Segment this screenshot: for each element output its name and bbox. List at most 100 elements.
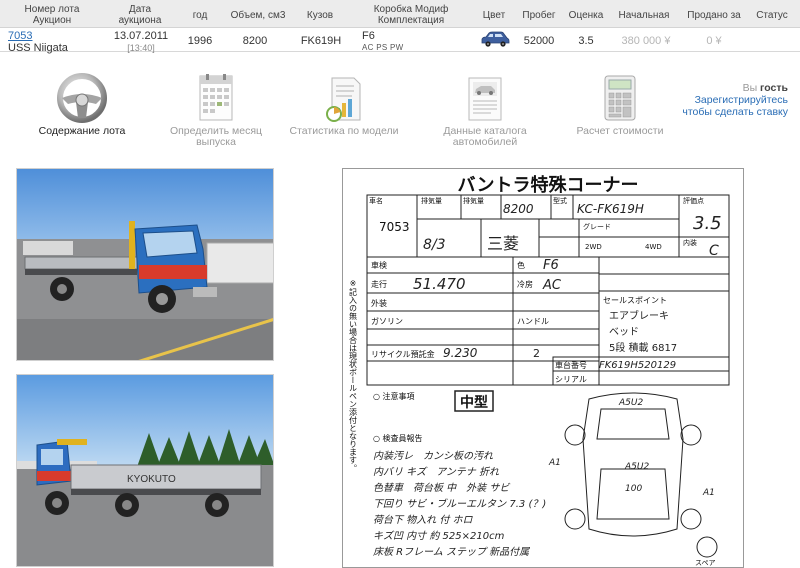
header-trans-1: Коробка Модиф [373, 4, 449, 15]
tool-model-statistics[interactable]: Статистика по модели [284, 72, 404, 137]
tool-release-month[interactable]: Определить месяц выпуска [156, 72, 276, 148]
mileage-value: 52000 [523, 35, 555, 47]
header-sold-price: Продано за [687, 10, 741, 21]
volume-value: 8200 [242, 35, 268, 47]
sheet-left-note: ※記入の無い場合は現状ボールペン添付となります。 [349, 279, 358, 472]
sheet-label-grade: グレード [583, 222, 611, 231]
header-status: Статус [756, 10, 788, 21]
tool-label: Расчет стоимости [576, 125, 664, 137]
header-date-2: аукциона [118, 15, 162, 26]
body-value: FK619H [300, 35, 342, 47]
sheet-displacement-value: 8200 [503, 202, 534, 216]
svg-text:4WD: 4WD [645, 243, 662, 251]
header-date: Дата аукциона [108, 4, 172, 26]
sheet-lot-number: 7053 [379, 220, 410, 234]
header-body: Кузов [306, 10, 334, 21]
sheet-price-value: 9.230 [443, 346, 478, 360]
sheet-label-recycle: リサイクル預託金 [371, 349, 435, 359]
sheet-capacity-value: 2 [533, 347, 540, 360]
tool-lot-contents[interactable]: Содержание лота [22, 72, 142, 137]
trans-value: F6 [362, 30, 375, 42]
sheet-model-value: KC-FK619H [577, 202, 644, 216]
guest-status: Вы гость [658, 82, 788, 94]
diagram-label: A1 [548, 458, 561, 468]
header-lot: Номер лота Аукцион [14, 4, 90, 26]
trans-cell: F6 AC PS PW [362, 30, 422, 54]
inspector-note: 内装汚レ カンシ板の汚れ [373, 450, 494, 462]
sheet-spare-label: スペア [695, 559, 716, 567]
diagram-label: 100 [625, 484, 642, 494]
header-auction: Аукцион [32, 15, 72, 26]
catalog-icon [425, 72, 545, 124]
diagram-label: A5U2 [618, 398, 643, 408]
sheet-label-exterior: 外装 [371, 298, 387, 308]
sheet-label-notice: ○ 注意事項 [373, 391, 415, 401]
register-link-bid[interactable]: чтобы сделать ставку [658, 106, 788, 118]
tool-catalog-data[interactable]: Данные каталога автомобилей [425, 72, 545, 148]
lot-table: Номер лота Аукцион Дата аукциона год Объ… [0, 0, 800, 54]
header-trans-2: Комплектация [377, 15, 445, 26]
sheet-label-inspector: ○ 検査員報告 [373, 433, 423, 443]
sheet-score-value: 3.5 [693, 213, 722, 234]
inspector-note: 色替車 荷台板 中 外装 サビ [373, 482, 510, 494]
inspector-note: キズ凹 内寸 約 525×210cm [373, 530, 505, 542]
sheet-label-model: 型式 [553, 196, 567, 205]
sheet-title: バントラ特殊コーナー [458, 174, 639, 196]
inspector-note: 内バリ キズ アンテナ 折れ [373, 466, 500, 478]
sheet-mileage-value: 51.470 [413, 275, 466, 293]
diagram-label: A5U2 [624, 462, 649, 472]
sheet-trans-value: F6 [543, 258, 559, 273]
sheet-label-interior: 内装 [683, 238, 697, 247]
sheet-label-sales: セールスポイント [603, 296, 667, 305]
sheet-chassis-value: FK619H520129 [599, 360, 676, 371]
calendar-icon [156, 72, 276, 124]
vehicle-damage-diagram [564, 392, 718, 558]
lot-number-link[interactable]: 7053 [8, 30, 32, 42]
header-mileage: Пробег [522, 10, 556, 21]
inspector-note: 下回り サビ・ブルーエルタン 7.3 (？) [373, 498, 546, 510]
sheet-label-cooling: 冷房 [517, 279, 533, 289]
auction-time: [13:40] [127, 43, 155, 53]
auction-date: 13.07.2011 [113, 30, 169, 42]
sheet-label-handle: ハンドル [517, 317, 549, 326]
sheet-label-displacement: 排気量 [463, 196, 484, 205]
header-trans: Коробка Модиф Комплектация [368, 4, 454, 26]
register-link[interactable]: Зарегистрируйтесь [658, 94, 788, 106]
table-row[interactable]: 7053 USS Niigata 13.07.2011 [13:40] 1996… [0, 28, 800, 54]
options-value: AC PS PW [362, 43, 404, 52]
steering-wheel-icon [22, 72, 142, 124]
sheet-maker-value: 三菱 [487, 234, 519, 253]
header-rating: Оценка [568, 10, 604, 21]
tool-label: Статистика по модели [289, 125, 399, 137]
sheet-label-mileage: 走行 [371, 279, 387, 289]
sheet-label-chassis: 車台番号 [555, 360, 587, 370]
header-year: год [192, 10, 208, 21]
sheet-label-displacement-top: 排気量 [421, 196, 442, 205]
sheet-year-value: 8/3 [423, 237, 446, 253]
sheet-sales-line-1: エアブレーキ [609, 309, 669, 322]
vehicle-photo-front[interactable] [16, 168, 274, 361]
inspector-note: 荷台下 物入れ 付 ホロ [373, 514, 474, 526]
header-lot-number: Номер лота [24, 4, 80, 15]
header-volume: Объем, см3 [230, 10, 286, 21]
sheet-label-serial: シリアル [555, 375, 587, 384]
lot-table-header: Номер лота Аукцион Дата аукциона год Объ… [0, 0, 800, 28]
rating-value: 3.5 [578, 35, 594, 47]
svg-text:2WD: 2WD [585, 243, 602, 251]
auction-sheet[interactable]: バントラ特殊コーナー 車名 排気量 排気量 型式 評価点 内装 グレード 2WD [342, 168, 744, 568]
sheet-label-color: 色 [517, 260, 525, 270]
header-date-1: Дата [128, 4, 152, 15]
sheet-sales-line-3: 5段 積載 6817 [609, 341, 677, 354]
sheet-ac-value: AC [542, 278, 562, 293]
tool-label: Определить месяц выпуска [169, 125, 263, 148]
tool-label: Данные каталога автомобилей [443, 125, 527, 148]
inspector-note: 床板 Rフレーム ステップ 新品付属 [373, 546, 530, 558]
sheet-label-car-name: 車名 [369, 196, 383, 205]
guest-prefix: Вы [742, 82, 758, 94]
sold-price-value: 0 ¥ [706, 35, 722, 47]
header-start-price: Начальная [618, 10, 670, 21]
sheet-label-score: 評価点 [683, 196, 704, 205]
vehicle-photo-side[interactable]: KYOKUTO [16, 374, 274, 567]
statistics-icon [284, 72, 404, 124]
auction-name: USS Niigata [8, 42, 68, 54]
